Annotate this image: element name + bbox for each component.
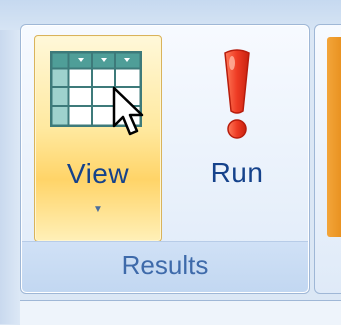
next-ribbon-group (314, 24, 341, 294)
view-button[interactable]: View ▼ (34, 35, 162, 242)
run-exclamation-icon (224, 49, 250, 139)
run-button-label: Run (210, 157, 264, 188)
mouse-pointer-icon (112, 86, 144, 136)
results-group-label-bar: Results (22, 241, 308, 292)
view-button-label: View (66, 158, 130, 189)
next-group-button-edge[interactable] (327, 37, 341, 237)
ribbon-left-edge (0, 30, 20, 324)
view-dropdown-arrow-icon[interactable]: ▼ (35, 204, 161, 215)
run-button[interactable]: Run (181, 35, 293, 240)
results-group: View ▼ Run Results (20, 24, 310, 294)
results-group-label: Results (121, 250, 209, 280)
content-area-edge (20, 300, 341, 325)
